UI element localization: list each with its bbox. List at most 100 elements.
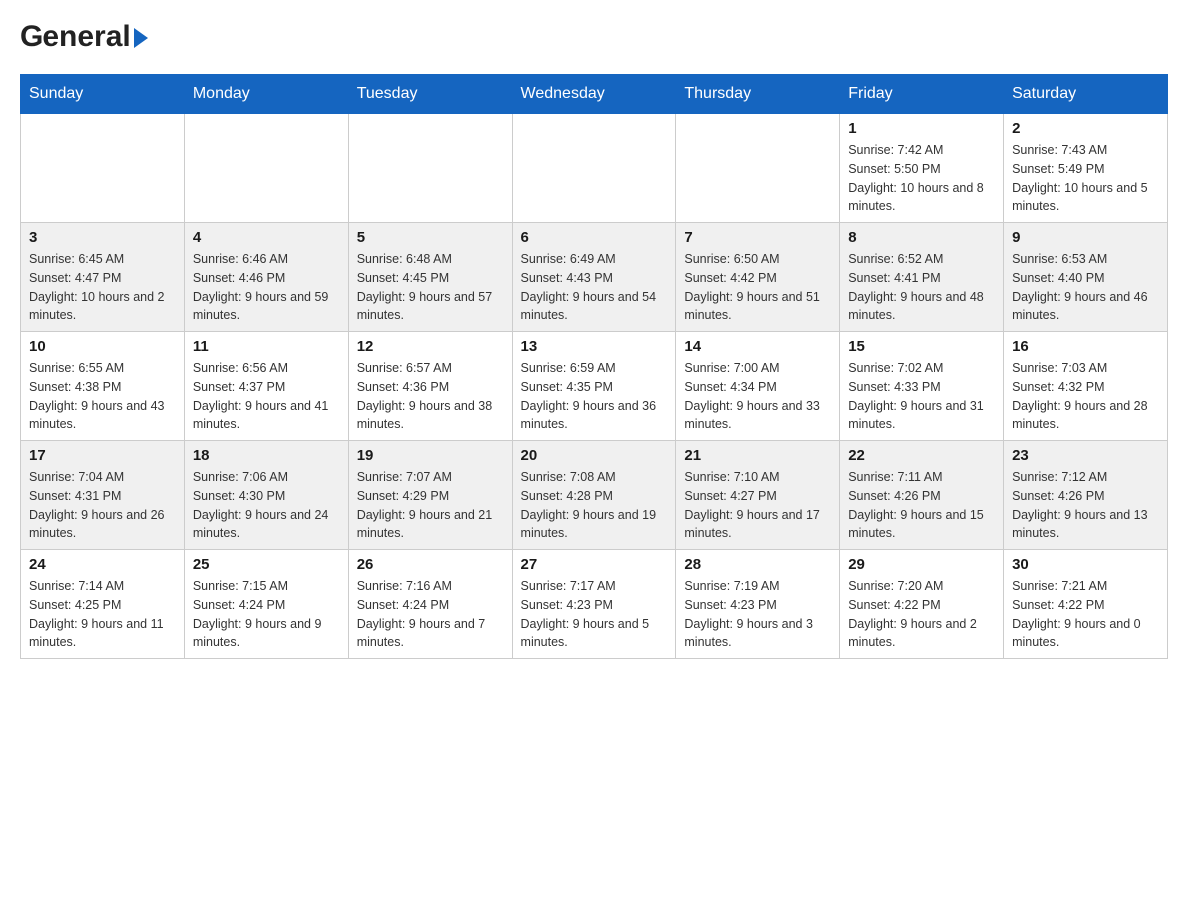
calendar-cell: 17 Sunrise: 7:04 AMSunset: 4:31 PMDayligh…	[21, 441, 185, 550]
week-row-1: 1 Sunrise: 7:42 AMSunset: 5:50 PMDaylight…	[21, 114, 1168, 223]
day-number: 2	[1012, 120, 1159, 137]
calendar-cell: 27 Sunrise: 7:17 AMSunset: 4:23 PMDayligh…	[512, 550, 676, 659]
calendar-cell: 14 Sunrise: 7:00 AMSunset: 4:34 PMDayligh…	[676, 332, 840, 441]
day-info: Sunrise: 7:04 AMSunset: 4:31 PMDaylight:…	[29, 468, 176, 543]
day-info: Sunrise: 7:06 AMSunset: 4:30 PMDaylight:…	[193, 468, 340, 543]
calendar-cell: 13 Sunrise: 6:59 AMSunset: 4:35 PMDayligh…	[512, 332, 676, 441]
day-number: 29	[848, 556, 995, 573]
logo: G eneral	[20, 20, 148, 54]
day-number: 24	[29, 556, 176, 573]
calendar-cell: 28Sunrise: 7:19 AMSunset: 4:23 PMDayligh…	[676, 550, 840, 659]
day-info: Sunrise: 6:45 AMSunset: 4:47 PMDaylight:…	[29, 250, 176, 325]
day-number: 7	[684, 229, 831, 246]
calendar-cell: 16 Sunrise: 7:03 AMSunset: 4:32 PMDayligh…	[1004, 332, 1168, 441]
calendar-header-row: SundayMondayTuesdayWednesdayThursdayFrid…	[21, 75, 1168, 114]
calendar-cell	[512, 114, 676, 223]
day-number: 13	[521, 338, 668, 355]
calendar-cell: 18 Sunrise: 7:06 AMSunset: 4:30 PMDayligh…	[184, 441, 348, 550]
day-number: 23	[1012, 447, 1159, 464]
day-number: 22	[848, 447, 995, 464]
day-info: Sunrise: 7:14 AMSunset: 4:25 PMDaylight:…	[29, 577, 176, 652]
day-info: Sunrise: 7:12 AMSunset: 4:26 PMDaylight:…	[1012, 468, 1159, 543]
day-info: Sunrise: 7:43 AMSunset: 5:49 PMDaylight:…	[1012, 141, 1159, 216]
day-number: 14	[684, 338, 831, 355]
calendar-cell: 22 Sunrise: 7:11 AMSunset: 4:26 PMDayligh…	[840, 441, 1004, 550]
day-number: 21	[684, 447, 831, 464]
col-header-tuesday: Tuesday	[348, 75, 512, 114]
day-info: Sunrise: 6:59 AMSunset: 4:35 PMDaylight:…	[521, 359, 668, 434]
day-info: Sunrise: 7:03 AMSunset: 4:32 PMDaylight:…	[1012, 359, 1159, 434]
day-info: Sunrise: 7:21 AMSunset: 4:22 PMDaylight:…	[1012, 577, 1159, 652]
calendar-cell: 25Sunrise: 7:15 AMSunset: 4:24 PMDayligh…	[184, 550, 348, 659]
day-info: Sunrise: 7:02 AMSunset: 4:33 PMDaylight:…	[848, 359, 995, 434]
calendar-cell: 6 Sunrise: 6:49 AMSunset: 4:43 PMDaylight…	[512, 223, 676, 332]
calendar-cell: 21 Sunrise: 7:10 AMSunset: 4:27 PMDayligh…	[676, 441, 840, 550]
day-info: Sunrise: 6:49 AMSunset: 4:43 PMDaylight:…	[521, 250, 668, 325]
calendar-cell: 9 Sunrise: 6:53 AMSunset: 4:40 PMDaylight…	[1004, 223, 1168, 332]
calendar-cell: 24 Sunrise: 7:14 AMSunset: 4:25 PMDayligh…	[21, 550, 185, 659]
day-info: Sunrise: 7:42 AMSunset: 5:50 PMDaylight:…	[848, 141, 995, 216]
day-number: 15	[848, 338, 995, 355]
day-number: 5	[357, 229, 504, 246]
calendar-cell: 2 Sunrise: 7:43 AMSunset: 5:49 PMDaylight…	[1004, 114, 1168, 223]
calendar-cell: 19 Sunrise: 7:07 AMSunset: 4:29 PMDayligh…	[348, 441, 512, 550]
calendar-cell: 10 Sunrise: 6:55 AMSunset: 4:38 PMDayligh…	[21, 332, 185, 441]
day-number: 28	[684, 556, 831, 573]
logo-arrow-icon	[134, 28, 148, 48]
calendar-cell: 15 Sunrise: 7:02 AMSunset: 4:33 PMDayligh…	[840, 332, 1004, 441]
day-number: 6	[521, 229, 668, 246]
week-row-5: 24 Sunrise: 7:14 AMSunset: 4:25 PMDayligh…	[21, 550, 1168, 659]
day-number: 27	[521, 556, 668, 573]
calendar-cell	[21, 114, 185, 223]
logo-general-g: G	[20, 20, 42, 54]
calendar-table: SundayMondayTuesdayWednesdayThursdayFrid…	[20, 74, 1168, 659]
day-info: Sunrise: 6:56 AMSunset: 4:37 PMDaylight:…	[193, 359, 340, 434]
day-number: 9	[1012, 229, 1159, 246]
day-info: Sunrise: 6:55 AMSunset: 4:38 PMDaylight:…	[29, 359, 176, 434]
week-row-4: 17 Sunrise: 7:04 AMSunset: 4:31 PMDayligh…	[21, 441, 1168, 550]
day-info: Sunrise: 6:46 AMSunset: 4:46 PMDaylight:…	[193, 250, 340, 325]
day-info: Sunrise: 6:48 AMSunset: 4:45 PMDaylight:…	[357, 250, 504, 325]
day-number: 10	[29, 338, 176, 355]
day-number: 18	[193, 447, 340, 464]
day-info: Sunrise: 7:16 AMSunset: 4:24 PMDaylight:…	[357, 577, 504, 652]
day-number: 11	[193, 338, 340, 355]
calendar-cell: 23 Sunrise: 7:12 AMSunset: 4:26 PMDayligh…	[1004, 441, 1168, 550]
day-info: Sunrise: 7:08 AMSunset: 4:28 PMDaylight:…	[521, 468, 668, 543]
day-number: 16	[1012, 338, 1159, 355]
calendar-cell: 8Sunrise: 6:52 AMSunset: 4:41 PMDaylight…	[840, 223, 1004, 332]
day-number: 8	[848, 229, 995, 246]
calendar-cell: 4 Sunrise: 6:46 AMSunset: 4:46 PMDaylight…	[184, 223, 348, 332]
day-info: Sunrise: 6:50 AMSunset: 4:42 PMDaylight:…	[684, 250, 831, 325]
calendar-cell: 29 Sunrise: 7:20 AMSunset: 4:22 PMDayligh…	[840, 550, 1004, 659]
day-number: 1	[848, 120, 995, 137]
col-header-thursday: Thursday	[676, 75, 840, 114]
day-info: Sunrise: 6:53 AMSunset: 4:40 PMDaylight:…	[1012, 250, 1159, 325]
day-number: 3	[29, 229, 176, 246]
day-number: 4	[193, 229, 340, 246]
col-header-sunday: Sunday	[21, 75, 185, 114]
calendar-cell: 20Sunrise: 7:08 AMSunset: 4:28 PMDayligh…	[512, 441, 676, 550]
day-info: Sunrise: 7:11 AMSunset: 4:26 PMDaylight:…	[848, 468, 995, 543]
calendar-cell: 1 Sunrise: 7:42 AMSunset: 5:50 PMDaylight…	[840, 114, 1004, 223]
week-row-2: 3 Sunrise: 6:45 AMSunset: 4:47 PMDaylight…	[21, 223, 1168, 332]
day-info: Sunrise: 7:07 AMSunset: 4:29 PMDaylight:…	[357, 468, 504, 543]
col-header-saturday: Saturday	[1004, 75, 1168, 114]
day-number: 25	[193, 556, 340, 573]
day-info: Sunrise: 6:57 AMSunset: 4:36 PMDaylight:…	[357, 359, 504, 434]
calendar-cell	[348, 114, 512, 223]
day-number: 30	[1012, 556, 1159, 573]
day-number: 17	[29, 447, 176, 464]
calendar-cell: 7 Sunrise: 6:50 AMSunset: 4:42 PMDaylight…	[676, 223, 840, 332]
col-header-friday: Friday	[840, 75, 1004, 114]
col-header-monday: Monday	[184, 75, 348, 114]
day-number: 19	[357, 447, 504, 464]
day-info: Sunrise: 7:20 AMSunset: 4:22 PMDaylight:…	[848, 577, 995, 652]
calendar-cell: 30 Sunrise: 7:21 AMSunset: 4:22 PMDayligh…	[1004, 550, 1168, 659]
day-info: Sunrise: 7:00 AMSunset: 4:34 PMDaylight:…	[684, 359, 831, 434]
calendar-cell: 3 Sunrise: 6:45 AMSunset: 4:47 PMDaylight…	[21, 223, 185, 332]
week-row-3: 10 Sunrise: 6:55 AMSunset: 4:38 PMDayligh…	[21, 332, 1168, 441]
calendar-cell: 26Sunrise: 7:16 AMSunset: 4:24 PMDayligh…	[348, 550, 512, 659]
day-info: Sunrise: 7:10 AMSunset: 4:27 PMDaylight:…	[684, 468, 831, 543]
day-info: Sunrise: 7:17 AMSunset: 4:23 PMDaylight:…	[521, 577, 668, 652]
